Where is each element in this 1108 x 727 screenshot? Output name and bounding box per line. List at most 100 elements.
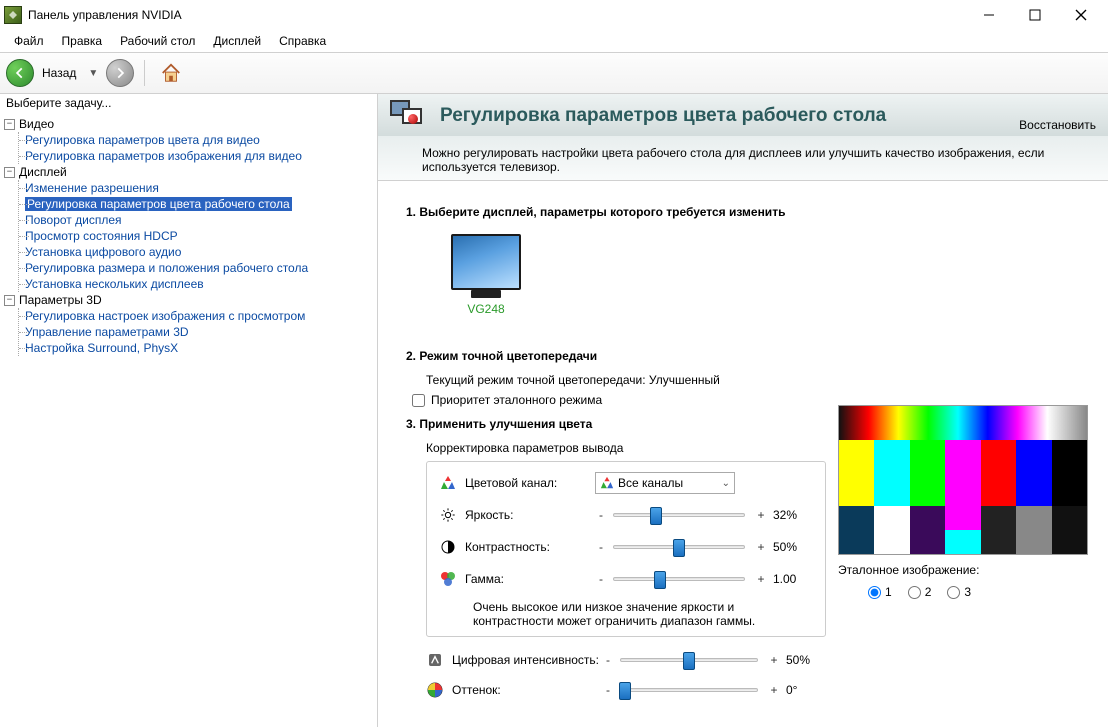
tree-item-change-resolution[interactable]: Изменение разрешения [19,180,377,196]
menu-file[interactable]: Файл [6,32,52,50]
content-panel: Регулировка параметров цвета рабочего ст… [378,94,1108,727]
toolbar: Назад ▼ [0,52,1108,94]
tree-item-surround-physx[interactable]: Настройка Surround, PhysX [19,340,377,356]
hue-value: 0° [786,683,826,697]
reference-radio-group: 1 2 3 [868,585,1092,599]
page-description: Можно регулировать настройки цвета рабоч… [378,136,1108,181]
page-header-icon [390,100,430,132]
tree-item-multiple-displays[interactable]: Установка нескольких дисплеев [19,276,377,292]
dvi-value: 50% [786,653,826,667]
brightness-slider[interactable] [613,513,745,517]
tree-label: Параметры 3D [19,293,102,307]
tree-item-video-image[interactable]: Регулировка параметров изображения для в… [19,148,377,164]
hue-label: Оттенок: [452,683,602,697]
dvi-slider[interactable] [620,658,758,662]
channel-combo[interactable]: Все каналы ⌄ [595,472,735,494]
brightness-label: Яркость: [465,508,595,522]
contrast-icon [439,538,457,556]
tree-item-desktop-color[interactable]: Регулировка параметров цвета рабочего ст… [19,196,377,212]
reference-image-preview [838,405,1088,555]
reference-priority-checkbox[interactable] [412,394,425,407]
gamma-label: Гамма: [465,572,595,586]
plus-icon: + [755,540,767,554]
channel-combo-icon [600,476,614,490]
tree-item-image-preview[interactable]: Регулировка настроек изображения с просм… [19,308,377,324]
digital-vibrance-icon [426,651,444,669]
tree-item-video-color[interactable]: Регулировка параметров цвета для видео [19,132,377,148]
section2-current-mode: Текущий режим точной цветопередачи: Улуч… [426,373,826,387]
restore-defaults-link[interactable]: Восстановить [1019,118,1096,132]
menu-desktop[interactable]: Рабочий стол [112,32,203,50]
reference-option-2[interactable]: 2 [908,585,932,599]
window-controls [966,0,1104,30]
tree-item-rotate-display[interactable]: Поворот дисплея [19,212,377,228]
brightness-value: 32% [773,508,813,522]
home-button[interactable] [155,59,187,87]
hue-slider[interactable] [620,688,758,692]
task-header: Выберите задачу... [0,94,377,112]
task-tree: − Видео Регулировка параметров цвета для… [0,112,377,360]
app-icon [4,6,22,24]
close-button[interactable] [1058,0,1104,30]
plus-icon: + [768,653,780,667]
chevron-down-icon: ⌄ [722,478,730,489]
channel-value: Все каналы [618,476,683,490]
contrast-value: 50% [773,540,813,554]
expander-icon[interactable]: − [4,295,15,306]
maximize-button[interactable] [1012,0,1058,30]
page-title: Регулировка параметров цвета рабочего ст… [440,105,1019,127]
gamma-slider[interactable] [613,577,745,581]
minus-icon: - [595,572,607,586]
section3-subtitle: Корректировка параметров вывода [426,441,826,455]
minus-icon: - [602,653,614,667]
back-history-dropdown[interactable]: ▼ [84,68,102,79]
minus-icon: - [595,540,607,554]
tree-item-manage-3d[interactable]: Управление параметрами 3D [19,324,377,340]
tree-node-video[interactable]: − Видео [4,116,377,132]
section2-title: 2. Режим точной цветопередачи [406,349,826,363]
task-sidebar: Выберите задачу... − Видео Регулировка п… [0,94,378,727]
titlebar: Панель управления NVIDIA [0,0,1108,30]
dvi-label: Цифровая интенсивность: [452,653,602,667]
menubar: Файл Правка Рабочий стол Дисплей Справка [0,30,1108,52]
display-card[interactable]: VG248 [426,229,546,321]
brightness-icon [439,506,457,524]
tree-item-hdcp-status[interactable]: Просмотр состояния HDCP [19,228,377,244]
forward-button[interactable] [106,59,134,87]
menu-display[interactable]: Дисплей [205,32,269,50]
plus-icon: + [768,683,780,697]
contrast-slider[interactable] [613,545,745,549]
tree-label: Видео [19,117,54,131]
back-label: Назад [42,66,76,80]
gamma-icon [439,570,457,588]
reference-option-1[interactable]: 1 [868,585,892,599]
section1-title: 1. Выберите дисплей, параметры которого … [406,205,826,219]
reference-priority-label: Приоритет эталонного режима [431,393,602,407]
page-header: Регулировка параметров цвета рабочего ст… [378,94,1108,136]
tree-node-3d[interactable]: − Параметры 3D [4,292,377,308]
adjustment-group: Цветовой канал: Все каналы ⌄ Яркость: - [426,461,826,637]
expander-icon[interactable]: − [4,167,15,178]
tree-label: Дисплей [19,165,67,179]
gamma-value: 1.00 [773,572,813,586]
expander-icon[interactable]: − [4,119,15,130]
section3-title: 3. Применить улучшения цвета [406,417,826,431]
minus-icon: - [602,683,614,697]
gamma-note: Очень высокое или низкое значение яркост… [473,600,773,628]
tree-node-display[interactable]: − Дисплей [4,164,377,180]
menu-edit[interactable]: Правка [54,32,111,50]
reference-option-3[interactable]: 3 [947,585,971,599]
menu-help[interactable]: Справка [271,32,334,50]
tree-item-desktop-size-position[interactable]: Регулировка размера и положения рабочего… [19,260,377,276]
hue-icon [426,681,444,699]
minus-icon: - [595,508,607,522]
reference-caption: Эталонное изображение: [838,563,1092,577]
back-button[interactable] [6,59,34,87]
contrast-label: Контрастность: [465,540,595,554]
monitor-icon [451,234,521,290]
minimize-button[interactable] [966,0,1012,30]
channel-icon [439,474,457,492]
plus-icon: + [755,572,767,586]
tree-item-digital-audio[interactable]: Установка цифрового аудио [19,244,377,260]
window-title: Панель управления NVIDIA [28,8,966,22]
